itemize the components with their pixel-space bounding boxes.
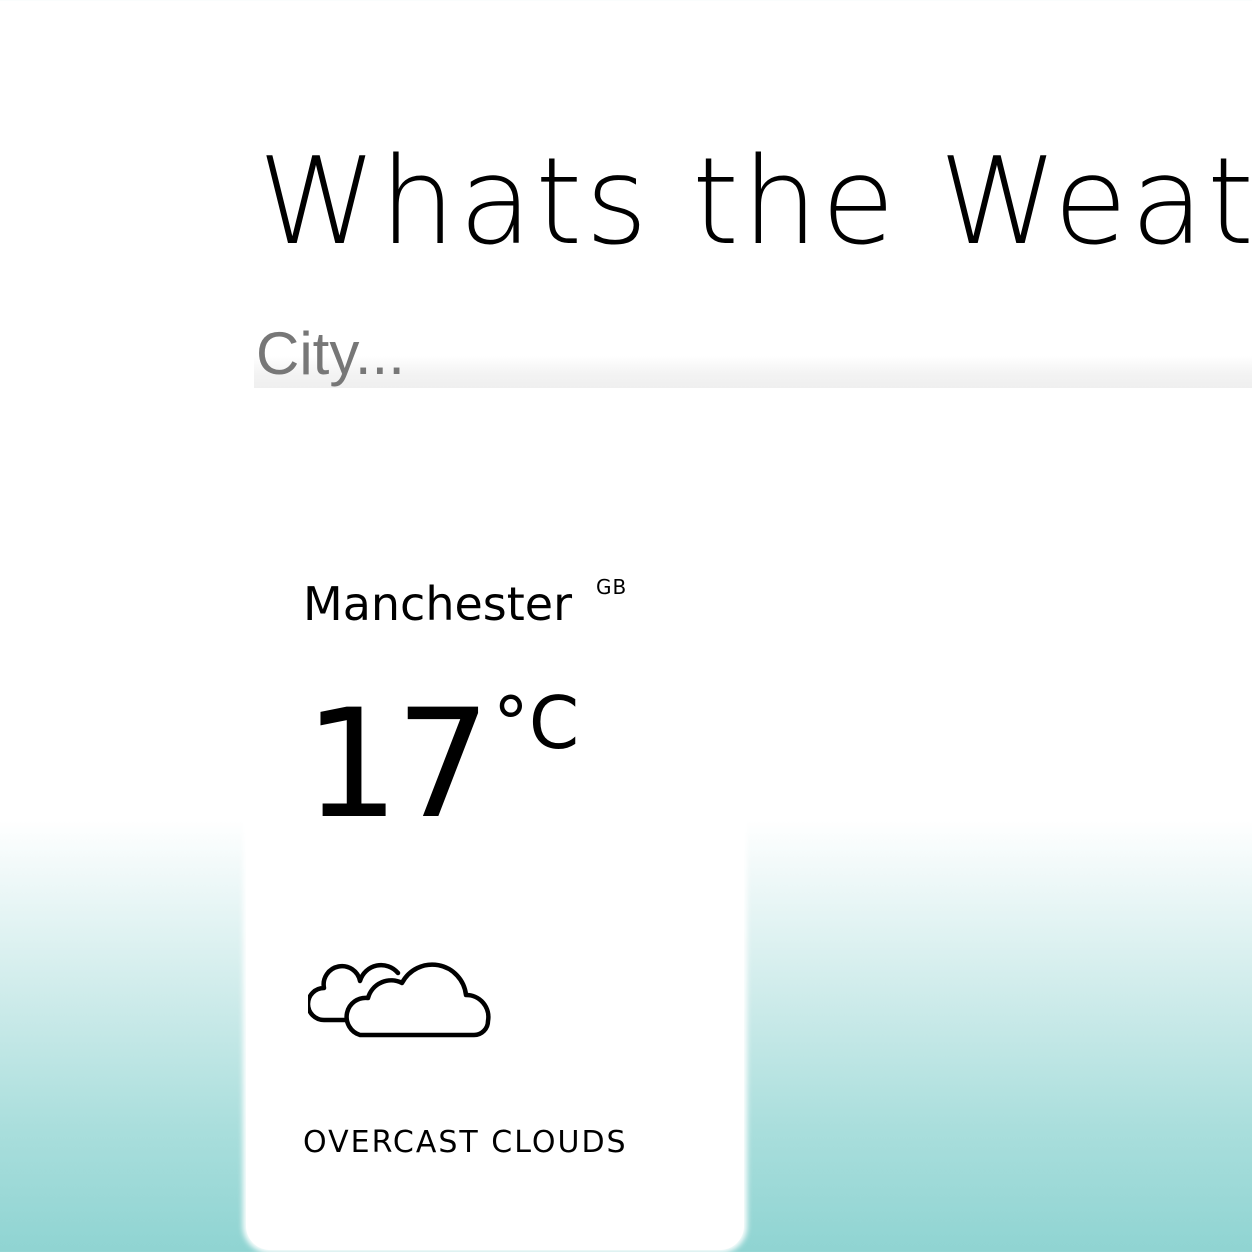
weather-card: Manchester GB 17°C OVERCAST CLOUDS xyxy=(246,515,744,1250)
location: Manchester GB xyxy=(303,575,628,631)
country-code: GB xyxy=(596,575,628,599)
city-name: Manchester xyxy=(303,577,572,631)
weather-description: OVERCAST CLOUDS xyxy=(303,1125,628,1160)
front-cloud-shape xyxy=(344,962,491,1038)
page-title: Whats the Weat xyxy=(258,133,1252,272)
temperature-unit: °C xyxy=(492,681,580,765)
temperature: 17°C xyxy=(304,675,579,855)
city-search-input[interactable] xyxy=(254,310,1252,388)
overcast-clouds-icon xyxy=(308,962,491,1038)
temperature-value: 17 xyxy=(304,678,491,852)
